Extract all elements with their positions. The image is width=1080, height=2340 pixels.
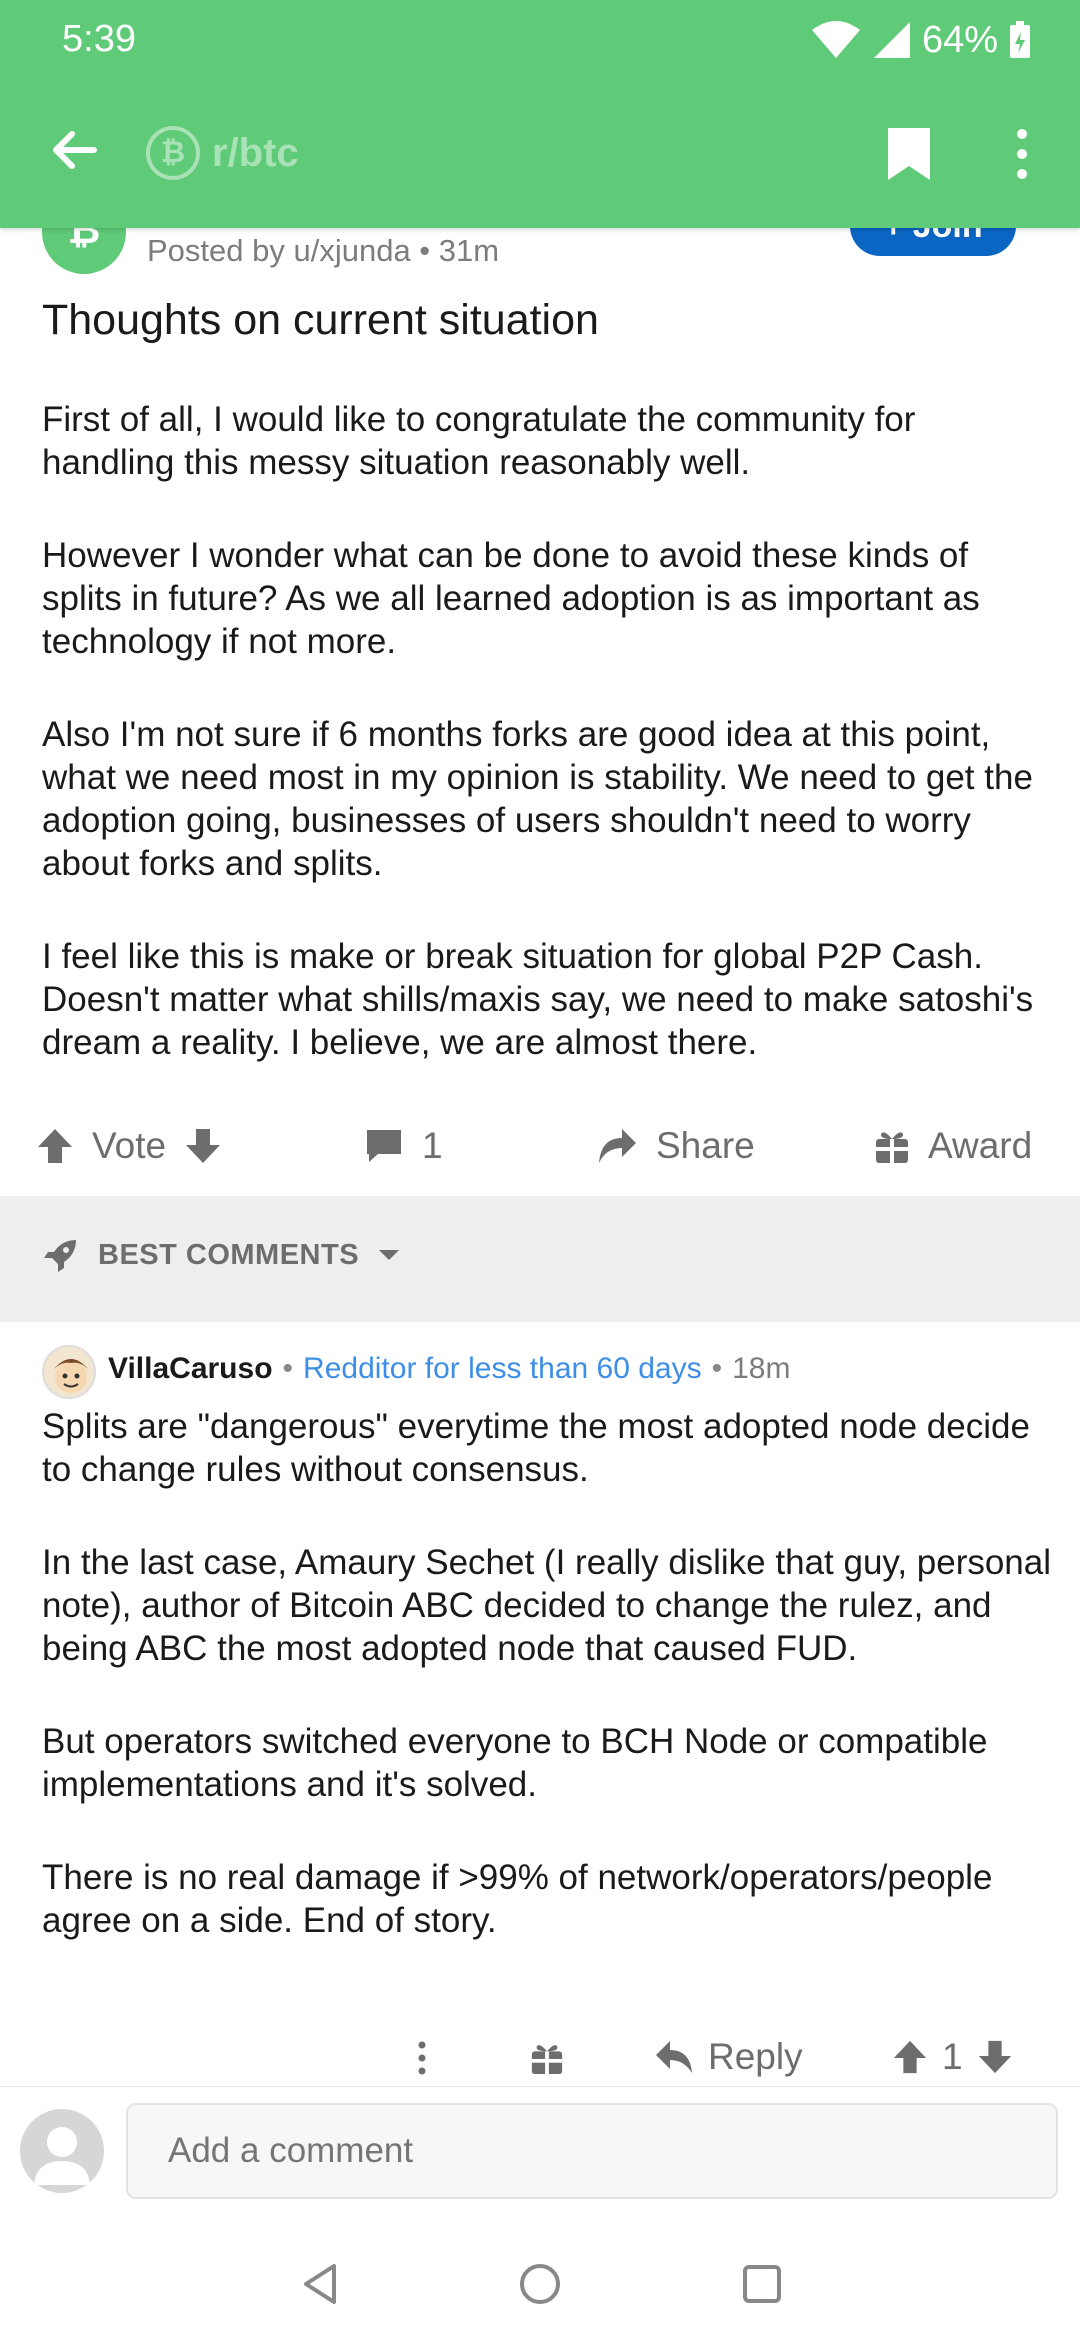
comment-more-icon[interactable] bbox=[412, 2040, 432, 2076]
status-time: 5:39 bbox=[62, 18, 136, 60]
downvote-icon[interactable] bbox=[184, 1127, 222, 1165]
system-nav-bar bbox=[0, 2228, 1080, 2340]
comment-icon bbox=[367, 1130, 401, 1162]
comments-button[interactable]: 1 bbox=[364, 1108, 443, 1184]
share-label: Share bbox=[656, 1125, 755, 1166]
vote-control: Vote bbox=[36, 1108, 222, 1184]
share-icon bbox=[599, 1129, 636, 1163]
wifi-icon bbox=[811, 21, 860, 58]
nav-home-icon[interactable] bbox=[518, 2262, 562, 2306]
separator-dot: • bbox=[282, 1352, 294, 1385]
comment-paragraph: There is no real damage if >99% of netwo… bbox=[42, 1858, 993, 1940]
post-title: Thoughts on current situation bbox=[42, 296, 599, 344]
comment-vote-control: 1 bbox=[892, 2026, 1013, 2088]
post-actions: Vote 1 Share Award bbox=[0, 1108, 1080, 1184]
post-paragraph: First of all, I would like to congratula… bbox=[42, 400, 916, 482]
downvote-icon[interactable] bbox=[977, 2039, 1013, 2075]
separator-dot: • bbox=[711, 1352, 723, 1385]
signal-icon bbox=[873, 22, 910, 58]
gift-icon[interactable] bbox=[530, 2040, 564, 2076]
add-comment-input[interactable] bbox=[126, 2103, 1058, 2199]
subreddit-name: r/btc bbox=[212, 130, 299, 175]
award-button[interactable]: Award bbox=[874, 1108, 1032, 1184]
comment-score: 1 bbox=[942, 2036, 963, 2077]
comment-sort-bar: BEST COMMENTS bbox=[0, 1196, 1080, 1322]
post-paragraph: I feel like this is make or break situat… bbox=[42, 937, 1034, 1062]
bitcoin-icon: ₿ bbox=[146, 126, 200, 180]
bookmark-icon[interactable] bbox=[884, 124, 934, 184]
comment-paragraph: In the last case, Amaury Sechet (I reall… bbox=[42, 1543, 1052, 1668]
commenter-avatar[interactable] bbox=[42, 1345, 96, 1399]
reply-label: Reply bbox=[708, 2036, 803, 2077]
chevron-down-icon bbox=[379, 1250, 400, 1260]
award-label: Award bbox=[928, 1125, 1033, 1166]
comment-username[interactable]: VillaCaruso bbox=[108, 1352, 273, 1386]
comment-composer bbox=[0, 2086, 1080, 2228]
back-arrow-icon[interactable] bbox=[44, 120, 104, 180]
vote-label: Vote bbox=[92, 1125, 167, 1166]
comment-meta: VillaCaruso • Redditor for less than 60 … bbox=[108, 1352, 790, 1386]
more-options-icon[interactable] bbox=[1004, 124, 1040, 184]
post-paragraph: However I wonder what can be done to avo… bbox=[42, 536, 980, 661]
upvote-icon[interactable] bbox=[892, 2039, 928, 2075]
comment-paragraph: But operators switched everyone to BCH N… bbox=[42, 1722, 988, 1804]
gift-icon bbox=[876, 1132, 908, 1163]
reply-icon bbox=[656, 2041, 692, 2073]
sort-selector[interactable]: BEST COMMENTS bbox=[42, 1236, 401, 1274]
sort-label: BEST COMMENTS bbox=[98, 1238, 360, 1271]
app-header: 5:39 64% ₿ r/btc bbox=[0, 0, 1080, 228]
comment-count: 1 bbox=[422, 1125, 443, 1166]
comment-actions: Reply 1 bbox=[0, 2026, 1080, 2088]
status-icons: 64% bbox=[810, 16, 1032, 64]
share-button[interactable]: Share bbox=[596, 1108, 755, 1184]
rocket-icon bbox=[44, 1240, 76, 1272]
comment-body: Splits are "dangerous" everytime the mos… bbox=[42, 1405, 1062, 1992]
nav-recents-icon[interactable] bbox=[740, 2262, 784, 2306]
battery-percent: 64% bbox=[921, 18, 998, 61]
subreddit-chip[interactable]: ₿ r/btc bbox=[146, 124, 299, 182]
battery-charging-icon bbox=[1010, 21, 1030, 58]
post-body: First of all, I would like to congratula… bbox=[42, 398, 1052, 1114]
post-meta[interactable]: Posted by u/xjunda • 31m bbox=[147, 233, 499, 269]
nav-back-icon[interactable] bbox=[298, 2262, 342, 2306]
comment-time: 18m bbox=[732, 1352, 791, 1385]
reply-button[interactable]: Reply bbox=[654, 2026, 803, 2088]
upvote-icon[interactable] bbox=[36, 1127, 74, 1165]
user-avatar bbox=[20, 2109, 104, 2193]
user-flair: Redditor for less than 60 days bbox=[303, 1352, 702, 1385]
comment-paragraph: Splits are "dangerous" everytime the mos… bbox=[42, 1407, 1030, 1489]
post-paragraph: Also I'm not sure if 6 months forks are … bbox=[42, 715, 1033, 883]
